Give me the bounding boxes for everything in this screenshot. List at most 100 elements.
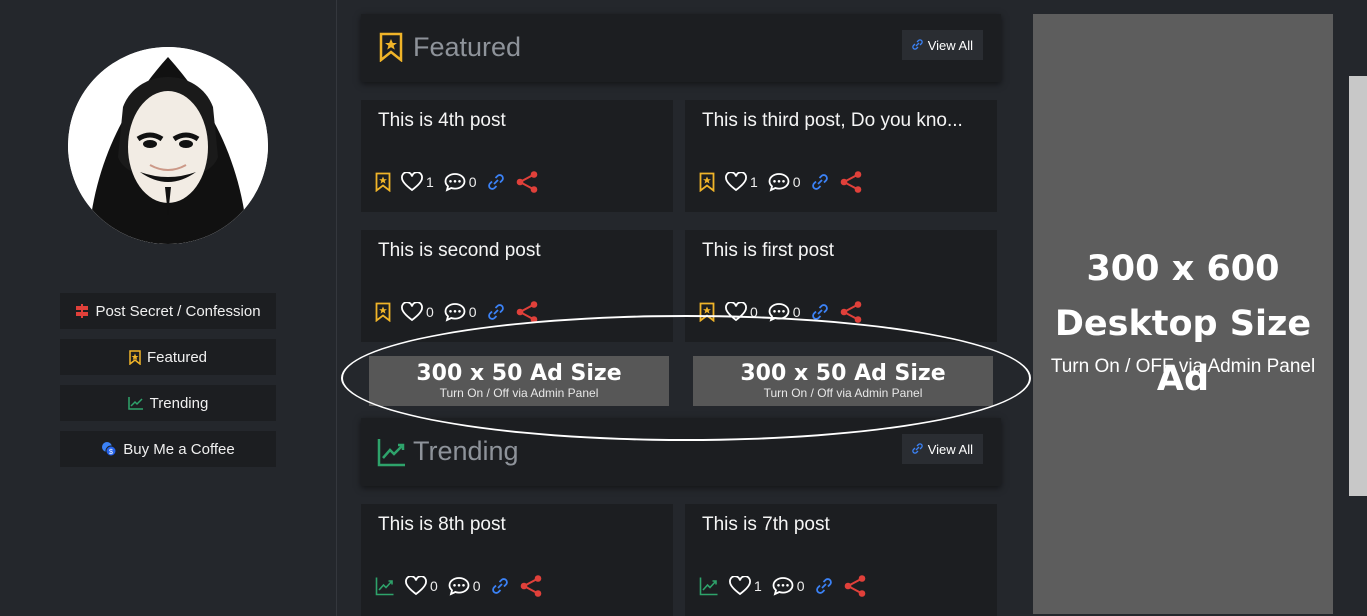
bookmark-star-icon — [379, 32, 403, 67]
svg-text:$: $ — [109, 449, 113, 456]
ad-banner-small[interactable]: 300 x 50 Ad Size Turn On / Off via Admin… — [693, 356, 993, 406]
post-card[interactable]: This is second post 0 0 — [361, 230, 673, 342]
buy-me-a-coffee-label: Buy Me a Coffee — [123, 440, 235, 458]
share-icon[interactable] — [839, 300, 863, 324]
trending-icon[interactable] — [375, 576, 395, 596]
comment-icon — [444, 172, 466, 192]
scrollbar-thumb[interactable] — [1349, 76, 1367, 496]
copy-link-icon[interactable] — [811, 173, 829, 191]
main-content: Featured View All This is 4th post 1 0 T… — [337, 0, 1027, 616]
like-button[interactable]: 1 — [729, 576, 762, 596]
comment-button[interactable]: 0 — [768, 302, 801, 322]
post-title[interactable]: This is third post, Do you kno... — [702, 110, 963, 132]
featured-button[interactable]: Featured — [60, 339, 276, 375]
like-button[interactable]: 0 — [401, 302, 434, 322]
like-count: 0 — [426, 304, 434, 320]
post-secret-button[interactable]: Post Secret / Confession — [60, 293, 276, 329]
comment-count: 0 — [472, 578, 481, 594]
heart-icon — [729, 576, 751, 596]
post-card[interactable]: This is third post, Do you kno... 1 0 — [685, 100, 997, 212]
trending-header: Trending View All — [361, 418, 1001, 486]
bookmark-star-icon — [129, 349, 141, 365]
comment-icon — [768, 172, 790, 192]
comment-icon — [768, 302, 790, 322]
comment-icon — [448, 576, 470, 596]
ad-title: 300 x 50 Ad Size — [740, 361, 946, 386]
like-button[interactable]: 1 — [401, 172, 434, 192]
heart-icon — [401, 172, 423, 192]
view-all-button[interactable]: View All — [901, 434, 983, 464]
comment-button[interactable]: 0 — [444, 302, 477, 322]
copy-link-icon[interactable] — [811, 303, 829, 321]
view-all-label: View All — [927, 441, 973, 457]
featured-label: Featured — [146, 348, 208, 366]
link-icon — [912, 442, 923, 457]
post-title[interactable]: This is second post — [378, 240, 541, 262]
copy-link-icon[interactable] — [487, 173, 505, 191]
featured-bookmark-icon[interactable] — [375, 172, 391, 192]
avatar — [68, 47, 268, 244]
trending-icon — [377, 437, 407, 472]
trending-icon — [127, 396, 144, 410]
ad-title-line2: Desktop Size Ad — [1054, 304, 1312, 399]
comment-icon — [772, 576, 794, 596]
ad-subtitle: Turn On / Off via Admin Panel — [763, 386, 923, 400]
like-count: 1 — [426, 174, 434, 190]
comment-button[interactable]: 0 — [768, 172, 801, 192]
post-title[interactable]: This is first post — [702, 240, 834, 262]
trending-button[interactable]: Trending — [60, 385, 276, 421]
featured-bookmark-icon[interactable] — [699, 172, 715, 192]
buy-me-a-coffee-button[interactable]: $ Buy Me a Coffee — [60, 431, 276, 467]
post-secret-label: Post Secret / Confession — [95, 302, 261, 320]
comment-count: 0 — [796, 578, 805, 594]
share-icon[interactable] — [839, 170, 863, 194]
comment-count: 0 — [792, 174, 801, 190]
like-button[interactable]: 1 — [725, 172, 758, 192]
heart-icon — [405, 576, 427, 596]
ad-subtitle: Turn On / OFF via Admin Panel — [1050, 356, 1316, 377]
comment-button[interactable]: 0 — [772, 576, 805, 596]
sidebar: Post Secret / Confession Featured Trendi… — [0, 0, 337, 616]
copy-link-icon[interactable] — [491, 577, 509, 595]
comment-count: 0 — [468, 174, 477, 190]
ad-title: 300 x 600 Desktop Size Ad — [1033, 242, 1333, 407]
featured-header: Featured View All — [361, 14, 1001, 82]
section-title: Trending — [413, 436, 519, 466]
view-all-label: View All — [927, 37, 973, 53]
like-count: 0 — [430, 578, 438, 594]
share-icon[interactable] — [515, 300, 539, 324]
trending-icon[interactable] — [699, 576, 719, 596]
like-count: 1 — [750, 174, 758, 190]
share-icon[interactable] — [515, 170, 539, 194]
comment-button[interactable]: 0 — [444, 172, 477, 192]
trending-label: Trending — [149, 394, 209, 412]
featured-bookmark-icon[interactable] — [375, 302, 391, 322]
featured-bookmark-icon[interactable] — [699, 302, 715, 322]
heart-icon — [725, 172, 747, 192]
coins-icon: $ — [101, 441, 117, 457]
post-title[interactable]: This is 4th post — [378, 110, 506, 132]
post-card[interactable]: This is 7th post 1 0 — [685, 504, 997, 616]
ad-banner-small[interactable]: 300 x 50 Ad Size Turn On / Off via Admin… — [369, 356, 669, 406]
comment-count: 0 — [792, 304, 801, 320]
post-title[interactable]: This is 7th post — [702, 514, 830, 536]
copy-link-icon[interactable] — [815, 577, 833, 595]
post-card[interactable]: This is 4th post 1 0 — [361, 100, 673, 212]
like-button[interactable]: 0 — [725, 302, 758, 322]
like-count: 0 — [750, 304, 758, 320]
post-card[interactable]: This is 8th post 0 0 — [361, 504, 673, 616]
post-title[interactable]: This is 8th post — [378, 514, 506, 536]
ad-subtitle: Turn On / Off via Admin Panel — [439, 386, 599, 400]
view-all-button[interactable]: View All — [901, 30, 983, 60]
like-count: 1 — [754, 578, 762, 594]
like-button[interactable]: 0 — [405, 576, 438, 596]
link-icon — [912, 38, 923, 53]
share-icon[interactable] — [843, 574, 867, 598]
comment-button[interactable]: 0 — [448, 576, 481, 596]
post-card[interactable]: This is first post 0 0 — [685, 230, 997, 342]
heart-icon — [725, 302, 747, 322]
share-icon[interactable] — [519, 574, 543, 598]
ad-banner-large[interactable]: 300 x 600 Desktop Size Ad Turn On / OFF … — [1033, 14, 1333, 614]
copy-link-icon[interactable] — [487, 303, 505, 321]
ad-title: 300 x 50 Ad Size — [416, 361, 622, 386]
